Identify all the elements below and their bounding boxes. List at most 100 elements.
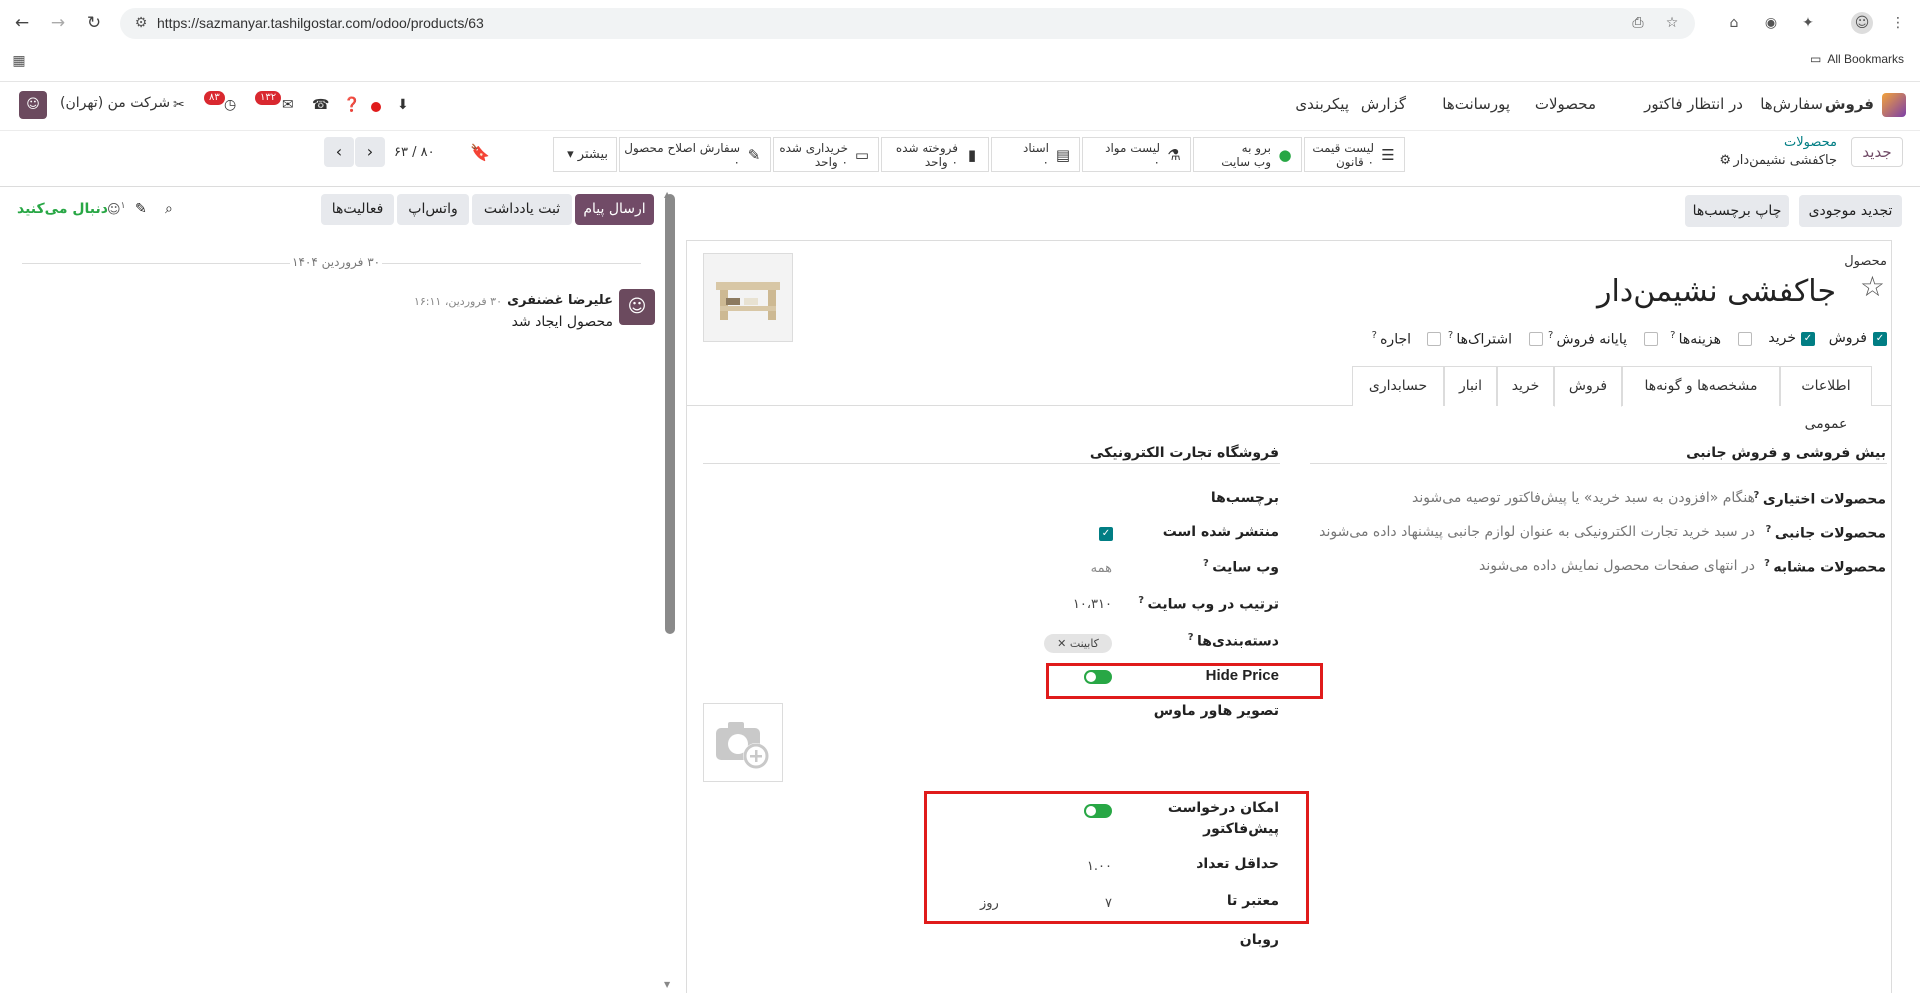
voip-phone-icon[interactable]: ☎ xyxy=(312,97,329,113)
list-icon: ☰ xyxy=(1381,146,1395,164)
menu-configuration[interactable]: پیکربندی xyxy=(1295,95,1349,113)
product-name[interactable]: جاکفشی نشیمن‌دار xyxy=(1597,274,1836,309)
menu-to-invoice[interactable]: در انتظار فاکتور xyxy=(1644,95,1743,113)
hover-image-upload[interactable] xyxy=(703,703,783,782)
debug-tools-icon[interactable]: ✂ xyxy=(173,97,185,113)
author-avatar[interactable]: ☺ xyxy=(619,289,655,325)
profile-avatar[interactable]: ☺ xyxy=(1851,12,1873,34)
smart-button-bom[interactable]: ⚗ لیست مواد ۰ xyxy=(1082,137,1191,172)
remove-tag-icon[interactable]: ✕ xyxy=(1057,637,1066,650)
app-logo-icon[interactable] xyxy=(1882,93,1906,117)
tab-general-info[interactable]: اطلاعات عمومی xyxy=(1780,366,1872,432)
attachment-icon[interactable]: ✎ xyxy=(135,201,147,217)
user-avatar[interactable]: ☺ xyxy=(19,91,47,119)
forward-icon[interactable]: → xyxy=(46,11,70,35)
highlight-box-hide-price xyxy=(1046,663,1323,699)
camera-add-icon xyxy=(716,722,769,769)
activities-button[interactable]: فعالیت‌ها xyxy=(321,194,394,225)
favorite-star-icon[interactable]: ☆ xyxy=(1860,270,1885,303)
accessory-products-field[interactable]: در سبد خرید تجارت الکترونیکی به عنوان لو… xyxy=(1319,524,1755,540)
upsell-divider xyxy=(1310,463,1887,464)
message-body: محصول ایجاد شد xyxy=(511,314,613,330)
tab-sales[interactable]: فروش xyxy=(1554,366,1622,407)
alternative-products-field[interactable]: در انتهای صفحات محصول نمایش داده می‌شوند xyxy=(1479,558,1755,574)
tab-accounting[interactable]: حسابداری xyxy=(1352,366,1444,406)
send-message-button[interactable]: ارسال پیام xyxy=(575,194,654,225)
ribbon-label: روبان xyxy=(1239,932,1279,948)
pager-prev-icon[interactable]: ‹ xyxy=(324,137,354,167)
message-author[interactable]: علیرضا غضنفری xyxy=(507,293,613,308)
chatter-scrollbar[interactable] xyxy=(665,194,675,634)
print-labels-button[interactable]: چاپ برچسب‌ها xyxy=(1685,195,1789,227)
product-image[interactable] xyxy=(703,253,793,342)
website-field[interactable]: همه xyxy=(1091,561,1112,576)
help-icon[interactable]: ❓ xyxy=(343,97,360,113)
install-app-icon[interactable]: ⎙ xyxy=(1629,14,1647,32)
sale-ok-checkbox[interactable]: ✓ xyxy=(1873,332,1887,346)
new-button[interactable]: جدید xyxy=(1851,137,1903,167)
bookmark-icon[interactable]: 🔖 xyxy=(470,143,490,162)
optional-products-label: محصولات اختیاری ? xyxy=(1753,490,1886,508)
pos-checkbox[interactable] xyxy=(1644,332,1658,346)
all-bookmarks[interactable]: ▭ All Bookmarks xyxy=(1810,52,1904,66)
smart-button-pricelist[interactable]: ☰ لیست قیمت ۰ قانون xyxy=(1304,137,1405,172)
bookmark-star-icon[interactable]: ☆ xyxy=(1663,14,1681,32)
tab-attributes-variants[interactable]: مشخصه‌ها و گونه‌ها xyxy=(1622,366,1780,406)
reload-icon[interactable]: ↻ xyxy=(82,11,106,35)
ecommerce-divider xyxy=(703,463,1280,464)
site-info-icon[interactable]: ⚙ xyxy=(132,14,150,32)
camera-icon[interactable]: ◉ xyxy=(1760,12,1782,34)
rent-checkbox[interactable] xyxy=(1427,332,1441,346)
smart-button-sold[interactable]: ▮ فروخته شده ۰ واحد xyxy=(881,137,989,172)
smart-button-repair[interactable]: ✎ سفارش اصلاح محصول ۰ xyxy=(619,137,771,172)
follow-button[interactable]: دنبال می‌کنید xyxy=(17,201,108,217)
puzzle-icon[interactable]: ✦ xyxy=(1797,12,1819,34)
breadcrumb-parent[interactable]: محصولات xyxy=(1784,135,1837,150)
company-switcher[interactable]: شرکت من (تهران) xyxy=(60,95,170,111)
address-bar[interactable]: ⚙ https://sazmanyar.tashilgostar.com/odo… xyxy=(120,8,1695,39)
apps-grid-icon[interactable]: ▦ xyxy=(8,50,30,72)
smart-button-website[interactable]: ● برو به وب سایت xyxy=(1193,137,1302,172)
menu-products[interactable]: محصولات xyxy=(1535,95,1596,113)
purchase-ok-checkbox[interactable]: ✓ xyxy=(1801,332,1815,346)
scroll-down-icon[interactable]: ▼ xyxy=(664,980,670,989)
smart-button-purchased[interactable]: ▭ خریداری شده ۰ واحد xyxy=(773,137,879,172)
extension-icon[interactable]: ⌂ xyxy=(1723,12,1745,34)
expenses-checkbox[interactable] xyxy=(1738,332,1752,346)
optional-products-field[interactable]: هنگام «افزودن به سبد خرید» یا پیش‌فاکتور… xyxy=(1412,490,1755,506)
followers-button[interactable]: ☺۱ xyxy=(107,201,125,217)
record-icon[interactable] xyxy=(371,102,381,112)
settings-gear-icon[interactable]: ⚙ xyxy=(1719,153,1731,168)
pager-next-icon[interactable]: › xyxy=(355,137,385,167)
subscriptions-checkbox[interactable] xyxy=(1529,332,1543,346)
messages-icon[interactable]: ✉ xyxy=(282,97,294,113)
menu-reporting[interactable]: گزارش xyxy=(1361,95,1406,113)
document-icon: ▤ xyxy=(1055,146,1071,164)
menu-commissions[interactable]: پورسانت‌ها xyxy=(1442,95,1510,113)
published-checkbox[interactable]: ✓ xyxy=(1099,527,1113,541)
app-name[interactable]: فروش xyxy=(1825,95,1874,113)
pager-value[interactable]: ۶۳ / ۸۰ xyxy=(394,145,435,160)
card-icon: ▭ xyxy=(854,146,870,164)
category-tag[interactable]: کابینت ✕ xyxy=(1044,634,1112,653)
browser-chrome: ← → ↻ ⚙ https://sazmanyar.tashilgostar.c… xyxy=(0,0,1920,82)
menu-orders[interactable]: سفارش‌ها xyxy=(1760,95,1823,113)
website-sequence-label: ترتیب در وب سایت ? xyxy=(1138,595,1279,613)
smart-button-documents[interactable]: ▤ اسناد ۰ xyxy=(991,137,1080,172)
whatsapp-button[interactable]: واتس‌اپ xyxy=(397,194,469,225)
download-icon[interactable]: ⬇ xyxy=(397,97,409,113)
website-sequence-field[interactable]: ۱۰،۳۱۰ xyxy=(1073,597,1112,612)
search-icon[interactable]: ⌕ xyxy=(165,201,173,217)
update-stock-button[interactable]: تجدید موجودی xyxy=(1799,195,1902,227)
more-dropdown[interactable]: بیشتر ▾ xyxy=(553,137,617,172)
tab-inventory[interactable]: انبار xyxy=(1444,366,1497,406)
tags-field[interactable] xyxy=(900,488,1112,508)
back-icon[interactable]: ← xyxy=(10,11,34,35)
log-note-button[interactable]: ثبت یادداشت xyxy=(472,194,572,225)
menu-dots-icon[interactable]: ⋮ xyxy=(1887,12,1909,34)
tab-purchase[interactable]: خرید xyxy=(1497,366,1554,406)
activity-clock-icon[interactable]: ◷ xyxy=(224,97,236,113)
scroll-up-icon[interactable]: ▲ xyxy=(664,190,670,199)
expenses-label: هزینه‌ها ? xyxy=(1670,330,1721,348)
person-icon: ☺ xyxy=(107,202,121,218)
